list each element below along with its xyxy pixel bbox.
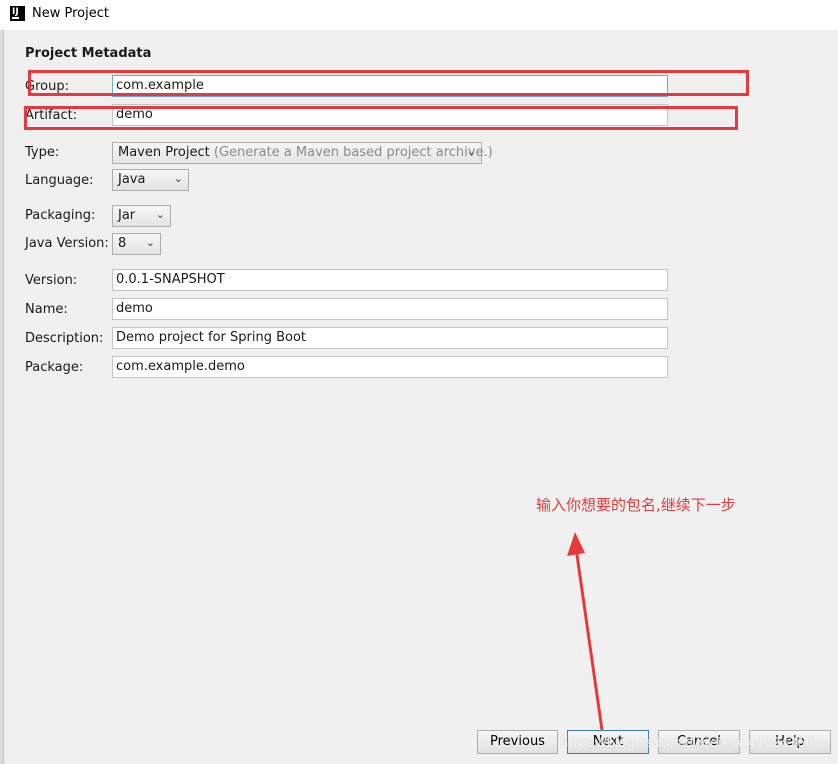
annotation-arrow-icon (567, 532, 604, 731)
previous-button[interactable]: Previous (477, 730, 558, 754)
watermark: https://blog.csdn.net/weixin_44624366 (560, 736, 814, 751)
